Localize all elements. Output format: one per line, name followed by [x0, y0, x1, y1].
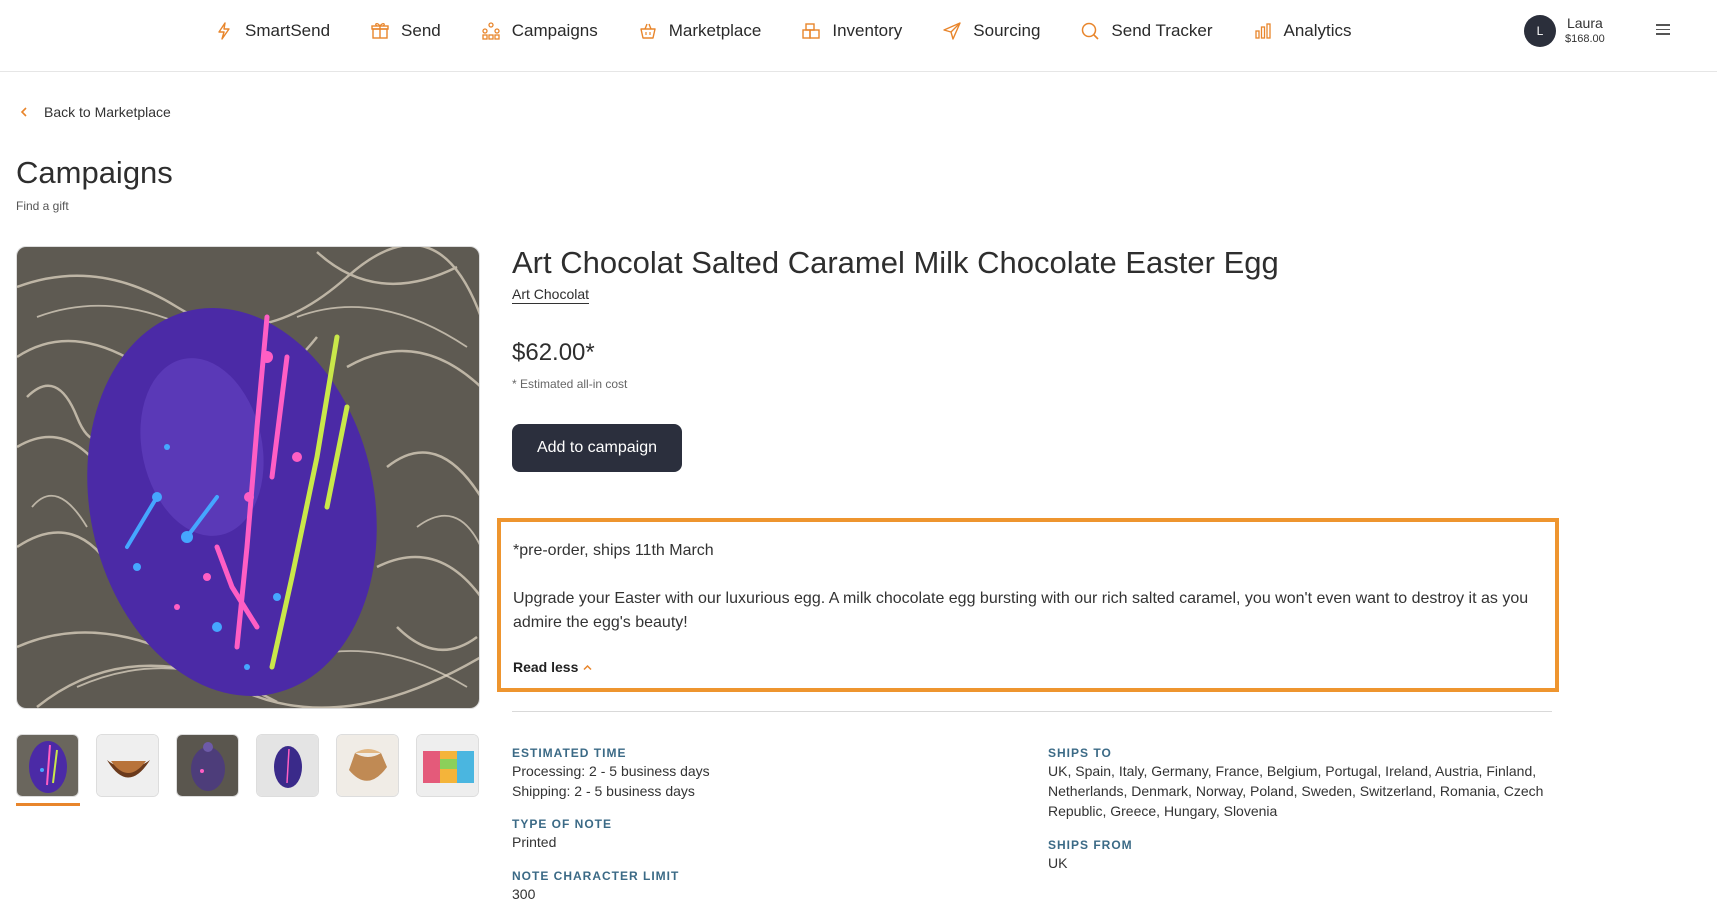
- thumbnail-4[interactable]: [256, 734, 319, 797]
- search-icon: [1082, 22, 1099, 40]
- page-title: Campaigns: [16, 155, 173, 190]
- nav-label: Sourcing: [973, 21, 1041, 40]
- product-main-image[interactable]: [16, 246, 480, 709]
- estimated-time-section: ESTIMATED TIME Processing: 2 - 5 busines…: [512, 745, 710, 801]
- nav-sourcing[interactable]: Sourcing: [942, 21, 1040, 41]
- user-info: Laura $168.00: [1565, 15, 1605, 47]
- boxes-icon: [802, 23, 821, 39]
- nav-smartsend[interactable]: SmartSend: [214, 21, 330, 41]
- back-to-marketplace-link[interactable]: Back to Marketplace: [18, 104, 171, 120]
- estimated-time-label: ESTIMATED TIME: [512, 746, 627, 760]
- read-less-toggle[interactable]: Read less: [513, 659, 593, 675]
- char-limit-value: 300: [512, 886, 536, 902]
- active-thumbnail-indicator: [16, 803, 80, 806]
- thumbnail-5[interactable]: [336, 734, 399, 797]
- nav-label: SmartSend: [245, 21, 331, 40]
- ships-to-value: UK, Spain, Italy, Germany, France, Belgi…: [1048, 763, 1544, 819]
- char-limit-section: NOTE CHARACTER LIMIT 300: [512, 868, 679, 904]
- ships-to-section: SHIPS TO UK, Spain, Italy, Germany, Fran…: [1048, 745, 1548, 821]
- campaigns-icon: [482, 22, 500, 40]
- add-to-campaign-button[interactable]: Add to campaign: [512, 424, 682, 472]
- char-limit-label: NOTE CHARACTER LIMIT: [512, 869, 680, 883]
- nav-send[interactable]: Send: [370, 21, 441, 41]
- nav-inventory[interactable]: Inventory: [801, 21, 902, 41]
- hamburger-menu-icon[interactable]: [1654, 21, 1672, 39]
- nav-marketplace[interactable]: Marketplace: [638, 21, 762, 41]
- paper-plane-icon: [943, 22, 961, 40]
- ships-from-label: SHIPS FROM: [1048, 838, 1133, 852]
- processing-time: Processing: 2 - 5 business days: [512, 763, 710, 779]
- main-nav: SmartSend Send Campaigns Marketplace Inv…: [214, 0, 1352, 62]
- user-name: Laura: [1566, 15, 1603, 31]
- ships-from-section: SHIPS FROM UK: [1048, 837, 1133, 873]
- note-type-value: Printed: [512, 834, 557, 850]
- product-price: $62.00*: [512, 339, 595, 366]
- nav-analytics[interactable]: Analytics: [1253, 21, 1352, 41]
- shipping-time: Shipping: 2 - 5 business days: [512, 783, 695, 799]
- chevron-left-icon: [20, 107, 27, 117]
- description-box: *pre-order, ships 11th March Upgrade you…: [497, 518, 1559, 692]
- back-link-label: Back to Marketplace: [44, 104, 171, 120]
- nav-send-tracker[interactable]: Send Tracker: [1080, 21, 1213, 41]
- nav-campaigns[interactable]: Campaigns: [481, 21, 598, 41]
- thumbnail-strip: [16, 734, 496, 797]
- preorder-note: *pre-order, ships 11th March: [513, 542, 714, 559]
- ships-to-label: SHIPS TO: [1048, 746, 1112, 760]
- page-subtitle: Find a gift: [16, 199, 69, 213]
- note-type-section: TYPE OF NOTE Printed: [512, 816, 612, 852]
- ships-from-value: UK: [1048, 855, 1068, 871]
- user-account[interactable]: L Laura $168.00: [1524, 15, 1605, 47]
- bar-chart-icon: [1254, 23, 1271, 39]
- nav-label: Analytics: [1283, 21, 1352, 40]
- nav-label: Marketplace: [668, 21, 762, 40]
- user-balance: $168.00: [1565, 33, 1605, 45]
- nav-label: Inventory: [832, 21, 903, 40]
- brand-link[interactable]: Art Chocolat: [512, 286, 590, 304]
- thumbnail-2[interactable]: [96, 734, 159, 797]
- product-title: Art Chocolat Salted Caramel Milk Chocola…: [512, 245, 1279, 280]
- product-description: Upgrade your Easter with our luxurious e…: [513, 590, 1529, 631]
- avatar[interactable]: L: [1524, 15, 1556, 47]
- thumbnail-6[interactable]: [416, 734, 479, 797]
- nav-label: Send Tracker: [1111, 21, 1213, 40]
- price-note: * Estimated all-in cost: [512, 377, 628, 391]
- chevron-up-icon: [583, 664, 592, 670]
- thumbnail-1[interactable]: [16, 734, 79, 797]
- read-less-label: Read less: [513, 659, 579, 675]
- lightning-icon: [218, 22, 230, 40]
- thumbnail-3[interactable]: [176, 734, 239, 797]
- note-type-label: TYPE OF NOTE: [512, 817, 613, 831]
- top-navigation-bar: SmartSend Send Campaigns Marketplace Inv…: [0, 0, 1717, 72]
- basket-icon: [640, 23, 656, 39]
- section-divider: [512, 711, 1552, 712]
- nav-label: Campaigns: [511, 21, 598, 40]
- gift-icon: [371, 23, 389, 39]
- nav-label: Send: [401, 21, 441, 40]
